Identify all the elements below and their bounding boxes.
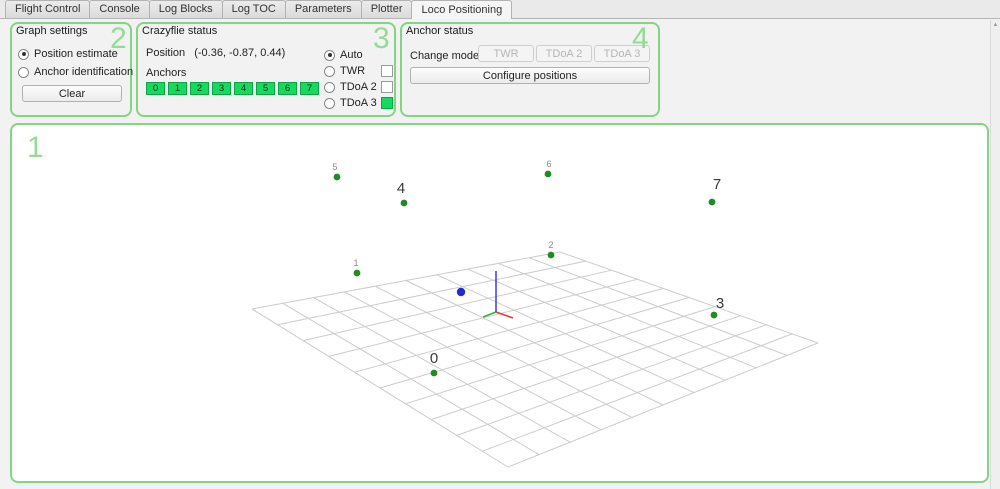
mode-indicator-tdoa-3	[381, 97, 393, 109]
annotation-graph-settings: 2	[110, 24, 127, 54]
anchor-dot-4	[401, 200, 408, 207]
anchor-label-3: 3	[716, 295, 724, 312]
radio-label: Anchor identification	[34, 66, 133, 78]
mode-radio-tdoa-3[interactable]: TDoA 3	[324, 97, 377, 109]
anchor-status-panel: Anchor status Change mode: Configure pos…	[400, 22, 660, 117]
mode-label: Auto	[340, 49, 363, 61]
mode-radio-twr[interactable]: TWR	[324, 65, 365, 77]
configure-positions-button[interactable]: Configure positions	[410, 67, 650, 84]
anchor-dot-3	[711, 312, 718, 319]
anchors-label: Anchors	[146, 67, 186, 79]
anchor-dot-7	[709, 199, 716, 206]
radio-icon	[324, 50, 335, 61]
position-label: Position	[146, 47, 185, 59]
anchor-label-0: 0	[430, 350, 438, 367]
anchor-indicator-2: 2	[190, 82, 209, 95]
position-value: (-0.36, -0.87, 0.44)	[194, 47, 285, 59]
anchor-indicator-5: 5	[256, 82, 275, 95]
change-mode-label: Change mode:	[410, 50, 482, 62]
mode-label: TWR	[340, 65, 365, 77]
anchor-indicator-4: 4	[234, 82, 253, 95]
tab-log-toc[interactable]: Log TOC	[222, 0, 286, 18]
mode-radio-tdoa-2[interactable]: TDoA 2	[324, 81, 377, 93]
anchor-label-2: 2	[548, 240, 553, 250]
tab-plotter[interactable]: Plotter	[361, 0, 413, 18]
tab-bar: Flight ControlConsoleLog BlocksLog TOCPa…	[0, 0, 1000, 19]
anchor-indicator-6: 6	[278, 82, 297, 95]
radio-anchor-identification[interactable]: Anchor identification	[18, 66, 133, 78]
radio-icon	[324, 82, 335, 93]
anchor-label-7: 7	[713, 176, 721, 193]
mode-button-twr[interactable]: TWR	[478, 45, 534, 62]
anchor-label-6: 6	[546, 159, 551, 169]
plot-panel: 5 4 6 7 1 2 3 0	[10, 123, 989, 483]
mode-label: TDoA 3	[340, 97, 377, 109]
anchor-indicator-7: 7	[300, 82, 319, 95]
anchor-dot-0	[431, 370, 438, 377]
mode-radio-auto[interactable]: Auto	[324, 49, 363, 61]
anchor-dot-1	[354, 270, 361, 277]
tab-log-blocks[interactable]: Log Blocks	[149, 0, 223, 18]
anchor-indicator-0: 0	[146, 82, 165, 95]
anchor-label-5: 5	[332, 162, 337, 172]
tab-console[interactable]: Console	[89, 0, 149, 18]
scroll-up-icon[interactable]: ▲	[991, 20, 1000, 30]
anchor-label-4: 4	[397, 180, 405, 197]
mode-label: TDoA 2	[340, 81, 377, 93]
radio-icon	[324, 66, 335, 77]
floor-grid	[252, 252, 818, 467]
crazyflie-status-title: Crazyflie status	[142, 25, 217, 37]
anchor-indicator-3: 3	[212, 82, 231, 95]
mode-indicator-tdoa-2	[381, 81, 393, 93]
graph-settings-title: Graph settings	[16, 25, 88, 37]
annotation-plot: 1	[27, 133, 44, 163]
anchor-indicator-1: 1	[168, 82, 187, 95]
tab-parameters[interactable]: Parameters	[285, 0, 362, 18]
plot-3d-view[interactable]: 5 4 6 7 1 2 3 0	[12, 125, 987, 481]
clear-button[interactable]: Clear	[22, 85, 122, 102]
radio-icon	[18, 49, 29, 60]
tab-flight-control[interactable]: Flight Control	[5, 0, 90, 18]
anchor-dot-6	[545, 171, 552, 178]
annotation-crazyflie-status: 3	[373, 24, 390, 54]
radio-icon	[324, 98, 335, 109]
crazyflie-status-panel: Crazyflie status Position (-0.36, -0.87,…	[136, 22, 396, 117]
anchor-dot-2	[548, 252, 555, 259]
vertical-scrollbar[interactable]: ▲	[990, 20, 1000, 489]
position-row: Position (-0.36, -0.87, 0.44)	[146, 47, 285, 59]
radio-icon	[18, 67, 29, 78]
crazyflie-position-dot	[457, 288, 465, 296]
anchor-status-title: Anchor status	[406, 25, 473, 37]
anchor-dot-5	[334, 174, 341, 181]
radio-label: Position estimate	[34, 48, 118, 60]
anchor-status-boxes: 01234567	[146, 82, 322, 95]
anchor-label-1: 1	[353, 258, 358, 268]
mode-button-tdoa-2[interactable]: TDoA 2	[536, 45, 592, 62]
tab-loco-positioning[interactable]: Loco Positioning	[411, 0, 512, 19]
mode-indicator-twr	[381, 65, 393, 77]
radio-position-estimate[interactable]: Position estimate	[18, 48, 118, 60]
annotation-anchor-status: 4	[632, 24, 649, 54]
